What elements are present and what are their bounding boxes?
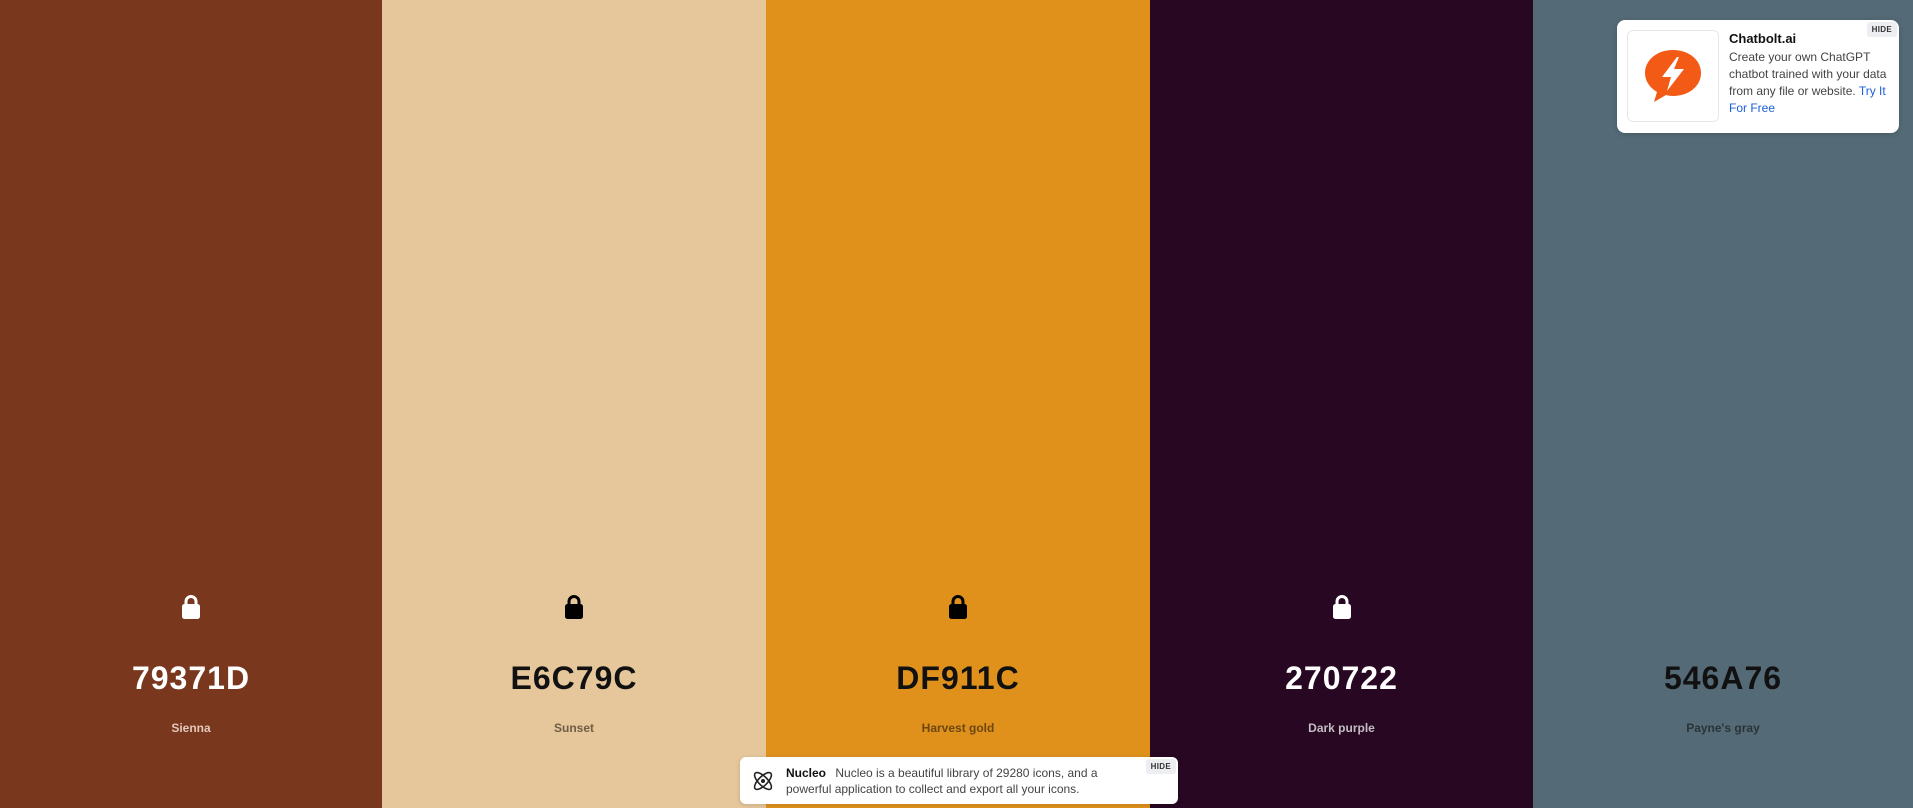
- lock-icon[interactable]: [1331, 594, 1353, 620]
- color-swatch-1[interactable]: 79371D Sienna: [0, 0, 382, 808]
- hex-code[interactable]: 546A76: [1533, 660, 1913, 697]
- lightning-chat-icon: [1645, 50, 1701, 102]
- hide-banner-button[interactable]: HIDE: [1145, 759, 1176, 774]
- color-name[interactable]: Payne's gray: [1533, 721, 1913, 735]
- color-name[interactable]: Sunset: [382, 721, 766, 735]
- hide-ad-button[interactable]: HIDE: [1866, 22, 1897, 37]
- color-swatch-4[interactable]: 270722 Dark purple: [1150, 0, 1533, 808]
- sponsor-banner[interactable]: Nucleo Nucleo is a beautiful library of …: [740, 757, 1178, 804]
- color-name[interactable]: Dark purple: [1150, 721, 1533, 735]
- hex-code[interactable]: 270722: [1150, 660, 1533, 697]
- banner-description: Nucleo is a beautiful library of 29280 i…: [786, 766, 1098, 796]
- color-name[interactable]: Sienna: [0, 721, 382, 735]
- hex-code[interactable]: DF911C: [766, 660, 1150, 697]
- atom-icon: [753, 771, 773, 791]
- color-swatch-3[interactable]: DF911C Harvest gold: [766, 0, 1150, 808]
- color-name[interactable]: Harvest gold: [766, 721, 1150, 735]
- lock-icon[interactable]: [947, 594, 969, 620]
- lock-icon[interactable]: [180, 594, 202, 620]
- sponsor-ad-card[interactable]: Chatbolt.ai Create your own ChatGPT chat…: [1617, 20, 1899, 133]
- hex-code[interactable]: E6C79C: [382, 660, 766, 697]
- ad-body: Create your own ChatGPT chatbot trained …: [1729, 49, 1893, 117]
- hex-code[interactable]: 79371D: [0, 660, 382, 697]
- lock-icon[interactable]: [1712, 594, 1734, 620]
- banner-text: Nucleo Nucleo is a beautiful library of …: [786, 765, 1131, 797]
- ad-title: Chatbolt.ai: [1729, 31, 1797, 46]
- lock-icon[interactable]: [563, 594, 585, 620]
- ad-logo[interactable]: [1627, 30, 1719, 122]
- color-swatch-2[interactable]: E6C79C Sunset: [382, 0, 766, 808]
- banner-title: Nucleo: [786, 766, 827, 780]
